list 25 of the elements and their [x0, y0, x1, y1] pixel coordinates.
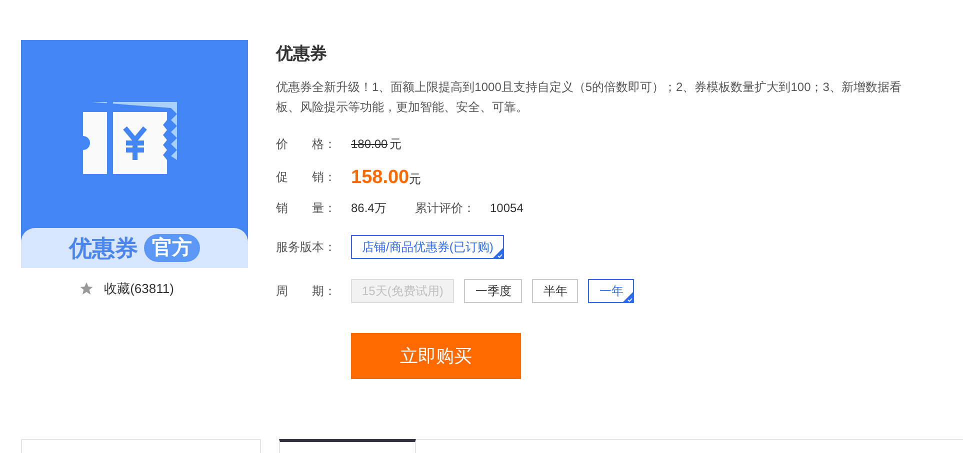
- option-button[interactable]: 一季度: [464, 279, 522, 303]
- official-badge: 官方: [144, 234, 200, 262]
- buy-now-button[interactable]: 立即购买: [351, 333, 521, 379]
- promo-label: 促 销：: [276, 169, 337, 186]
- period-label: 周 期：: [276, 283, 337, 300]
- sales-label: 销 量：: [276, 200, 337, 217]
- price-unit: 元: [390, 136, 402, 153]
- check-corner-icon: [493, 248, 504, 258]
- original-price: 180.00: [351, 136, 388, 153]
- option-button[interactable]: 一年: [588, 279, 634, 303]
- version-label: 服务版本：: [276, 239, 337, 256]
- promo-unit: 元: [409, 171, 422, 188]
- favorite-count: 收藏(63811): [104, 280, 174, 298]
- reviews-label: 累计评价：: [415, 200, 476, 217]
- product-description: 优惠券全新升级！1、面额上限提高到1000且支持自定义（5的倍数即可）；2、券模板数量扩大到100；3、新增数据看板、风险提示等功能，更加智能、安全、可靠。: [276, 79, 902, 116]
- promo-price: 158.00: [351, 166, 410, 190]
- option-button[interactable]: 店铺/商品优惠券(已订购): [351, 235, 504, 259]
- check-corner-icon: [623, 292, 634, 302]
- price-label: 价 格：: [276, 136, 337, 153]
- star-icon[interactable]: [79, 281, 94, 296]
- banner-text: 优惠券: [69, 234, 138, 263]
- sales-value: 86.4万: [351, 200, 388, 217]
- option-button[interactable]: 半年: [532, 279, 578, 303]
- reviews-value: 10054: [490, 200, 524, 217]
- product-title: 优惠券: [276, 43, 328, 65]
